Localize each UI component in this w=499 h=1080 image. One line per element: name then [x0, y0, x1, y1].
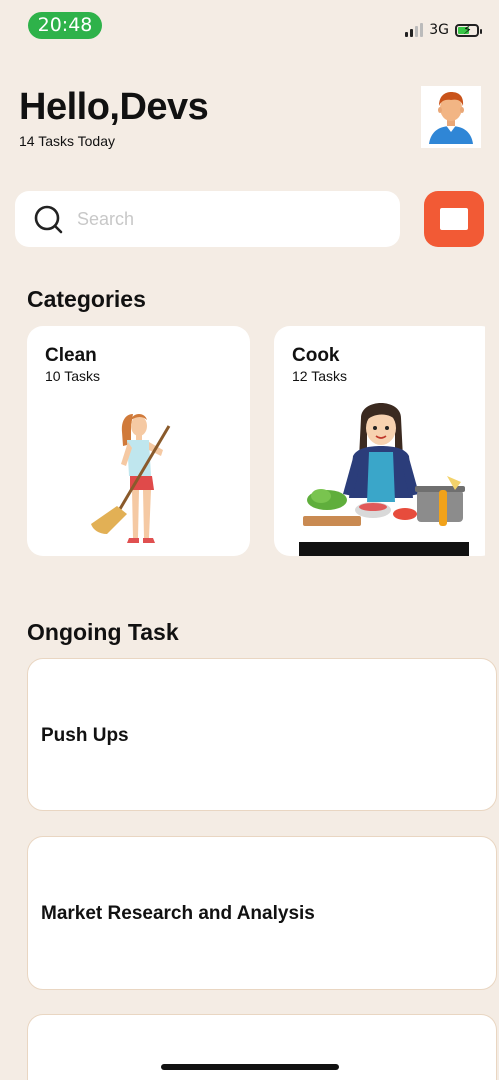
avatar[interactable] — [421, 86, 481, 148]
task-card[interactable]: Push Ups — [27, 658, 497, 811]
category-card-clean[interactable]: Clean 10 Tasks — [27, 326, 250, 556]
category-card-cook[interactable]: Cook 12 Tasks — [274, 326, 485, 556]
greeting-title: Hello,Devs — [19, 86, 209, 128]
task-card[interactable] — [27, 1014, 497, 1080]
task-title: Market Research and Analysis — [41, 903, 315, 924]
status-time: 20:48 — [28, 12, 102, 39]
status-indicators: 3G ⚡ — [405, 20, 482, 40]
network-type: 3G — [429, 22, 449, 38]
person-avatar-icon — [429, 92, 473, 144]
home-indicator[interactable] — [161, 1064, 339, 1070]
ongoing-task-heading: Ongoing Task — [27, 619, 179, 645]
category-task-count: 12 Tasks — [292, 368, 347, 384]
category-task-count: 10 Tasks — [45, 368, 100, 384]
categories-heading: Categories — [27, 286, 146, 312]
battery-icon: ⚡ — [455, 23, 482, 37]
search-bar[interactable] — [15, 191, 400, 247]
woman-cooking-illustration — [299, 403, 469, 556]
square-icon — [440, 208, 468, 230]
search-input[interactable] — [75, 207, 359, 231]
tasks-today-count: 14 Tasks Today — [19, 133, 115, 149]
filter-button[interactable] — [424, 191, 484, 247]
app-screen: 20:48 3G ⚡ Hello,Devs 14 Tasks Today Sea… — [0, 0, 499, 1080]
task-card[interactable]: Market Research and Analysis — [27, 836, 497, 990]
category-name: Cook — [292, 345, 340, 366]
category-name: Clean — [45, 345, 97, 366]
woman-sweeping-illustration — [91, 414, 171, 543]
task-title: Push Ups — [41, 725, 129, 746]
categories-carousel[interactable]: Clean 10 Tasks Cook 12 Tasks — [27, 326, 485, 556]
search-icon — [34, 205, 63, 234]
signal-strength-icon — [405, 23, 424, 37]
